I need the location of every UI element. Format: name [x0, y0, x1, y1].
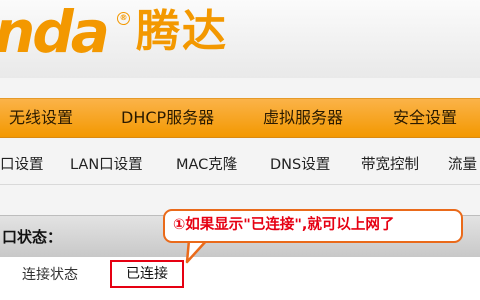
nav-virtual-server[interactable]: 虚拟服务器	[263, 99, 343, 137]
brand-logo: nda	[0, 0, 110, 66]
header-bar: nda ® 腾达	[0, 0, 480, 78]
subnav-mac-clone[interactable]: MAC克隆	[176, 145, 237, 185]
main-nav: 无线设置 DHCP服务器 虚拟服务器 安全设置	[0, 98, 480, 138]
subnav-traffic[interactable]: 流量	[448, 145, 477, 185]
annotation-callout: ①如果显示"已连接",就可以上网了	[163, 209, 463, 243]
sub-nav: 口设置 LAN口设置 MAC克隆 DNS设置 带宽控制 流量	[0, 145, 480, 185]
nav-security-settings[interactable]: 安全设置	[393, 99, 457, 137]
status-panel-body: 连接状态 已连接	[0, 257, 480, 300]
connection-status-label: 连接状态	[22, 267, 78, 283]
status-panel-title: 口状态：	[2, 228, 63, 246]
subnav-wan-settings[interactable]: 口设置	[0, 145, 44, 185]
registered-mark: ®	[117, 12, 130, 25]
brand-logo-cn: 腾达	[136, 6, 228, 57]
connection-status-value: 已连接	[110, 260, 184, 288]
nav-dhcp-server[interactable]: DHCP服务器	[121, 99, 214, 137]
subnav-dns-settings[interactable]: DNS设置	[270, 145, 330, 185]
subnav-bandwidth-control[interactable]: 带宽控制	[361, 145, 419, 185]
nav-wireless-settings[interactable]: 无线设置	[9, 99, 73, 137]
subnav-lan-settings[interactable]: LAN口设置	[70, 145, 143, 185]
